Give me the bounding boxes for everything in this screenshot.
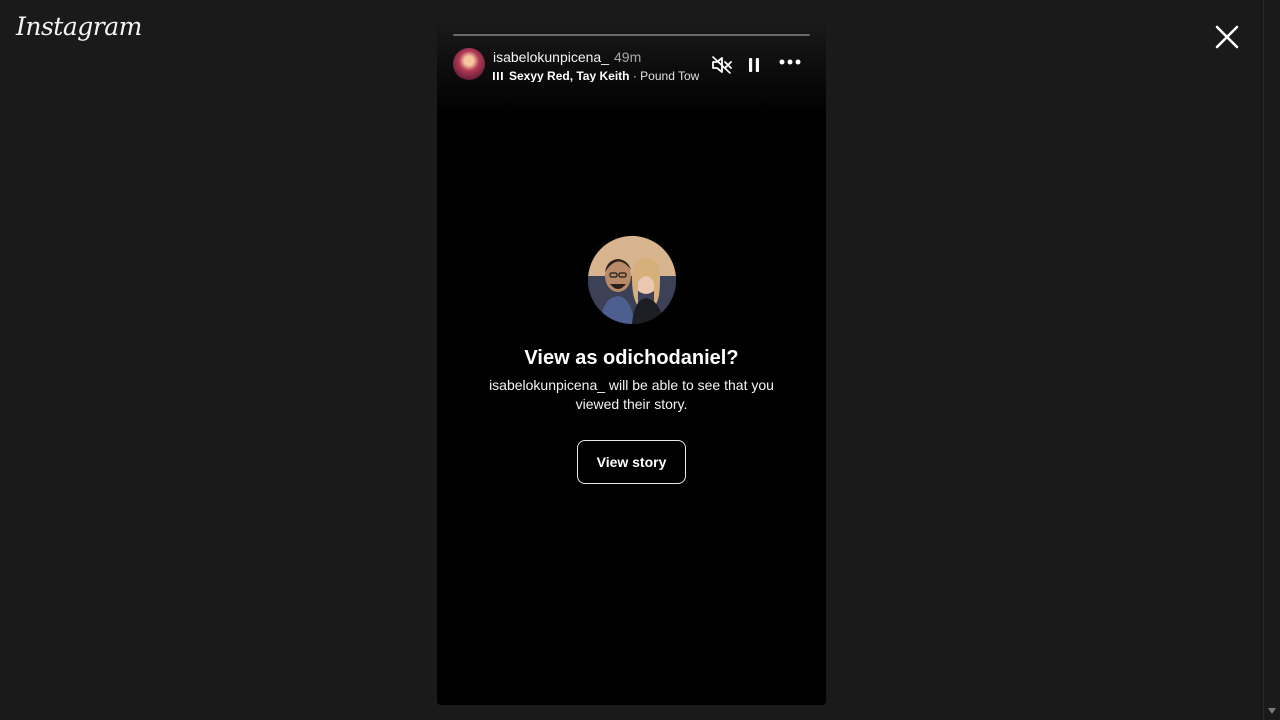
instagram-logo[interactable]: Instagram (16, 12, 142, 41)
story-timestamp: 49m (614, 49, 642, 65)
chevron-down-icon (1268, 708, 1276, 714)
music-song-title: Pound Town (640, 68, 699, 82)
scrollbar[interactable] (1263, 0, 1280, 720)
story-music-info[interactable]: Sexyy Red, Tay Keith · Pound Town (493, 68, 699, 82)
story-author-avatar[interactable] (453, 48, 485, 80)
pause-icon (749, 58, 759, 72)
mute-button[interactable] (712, 56, 732, 74)
story-progress-bar (453, 34, 810, 36)
close-button[interactable] (1212, 22, 1242, 52)
viewer-profile-picture (588, 236, 676, 324)
more-options-icon (779, 59, 801, 65)
story-viewer: isabelokunpicena_ 49m Sexyy Red, Tay Kei… (437, 16, 826, 705)
music-separator: · (629, 68, 641, 82)
view-story-button[interactable]: View story (577, 440, 686, 484)
scroll-down-arrow[interactable] (1268, 708, 1276, 716)
close-icon (1215, 25, 1239, 49)
view-as-description: isabelokunpicena_ will be able to see th… (489, 377, 774, 412)
pause-button[interactable] (748, 57, 760, 73)
more-options-button[interactable] (779, 59, 801, 65)
story-header-gradient (437, 16, 826, 116)
view-as-title: View as odichodaniel? (524, 347, 739, 369)
speaker-muted-icon (712, 56, 732, 74)
story-author-username[interactable]: isabelokunpicena_ (493, 49, 609, 65)
music-artists: Sexyy Red, Tay Keith (509, 68, 630, 82)
audio-bars-icon (493, 71, 503, 81)
